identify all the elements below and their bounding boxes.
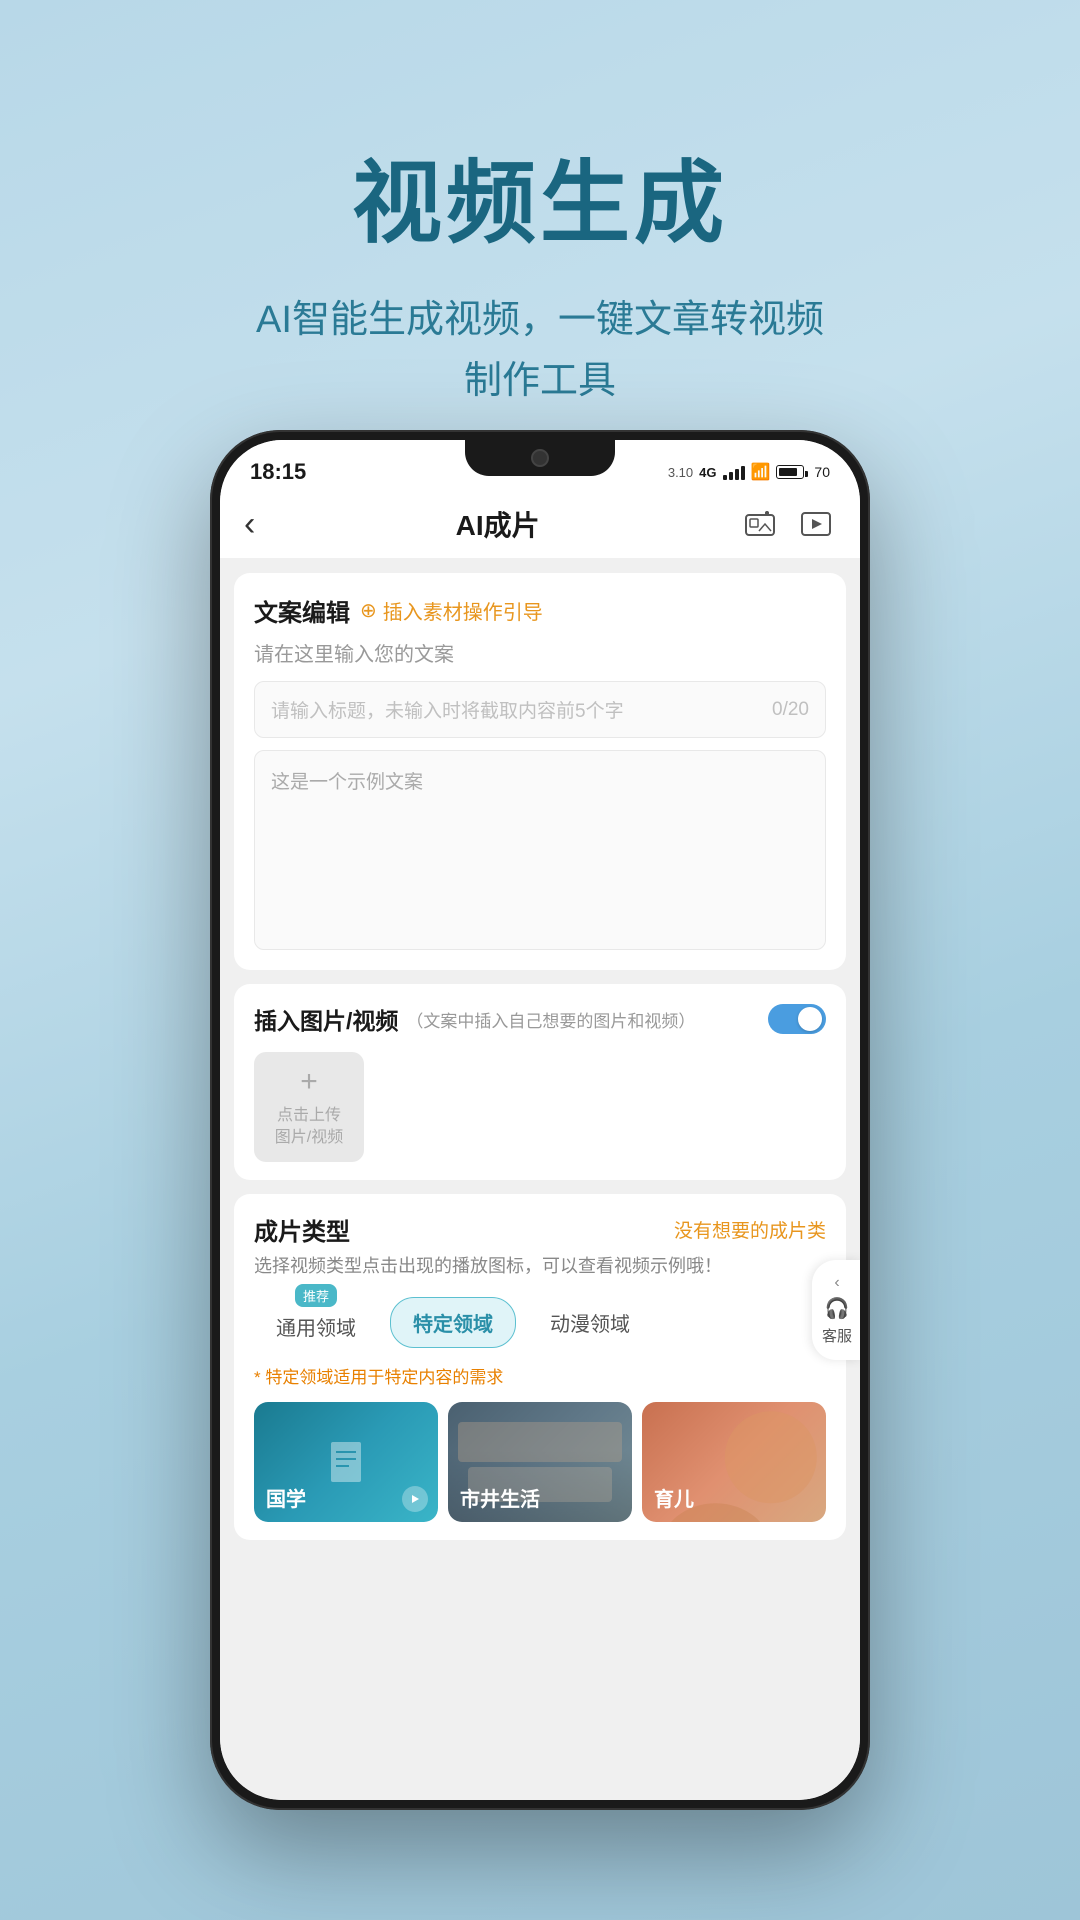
app-title: AI成片 [456,504,540,544]
category-grid: 国学 [254,1402,826,1522]
phone-inner: 18:15 3.10 4G 📶 70 [220,440,860,1800]
upload-plus-icon: + [300,1065,318,1099]
category-shijing[interactable]: 市井生活 [448,1402,632,1522]
title-input[interactable]: 请输入标题，未输入时将截取内容前5个字 0/20 [254,681,826,738]
preview-button[interactable] [796,504,836,544]
category-guoxue[interactable]: 国学 [254,1402,438,1522]
type-tabs: 推荐 通用领域 特定领域 动漫领域 [254,1294,826,1351]
media-toggle[interactable] [768,1004,826,1034]
upload-label: 点击上传图片/视频 [275,1105,343,1150]
section-header: 文案编辑 ⊕ 插入素材操作引导 [254,593,826,628]
content-input[interactable]: 这是一个示例文案 [254,750,826,950]
copywriting-section: 文案编辑 ⊕ 插入素材操作引导 请在这里输入您的文案 请输入标题，未输入时将截取… [234,573,846,970]
title-input-placeholder: 请输入标题，未输入时将截取内容前5个字 [271,696,624,723]
camera [531,449,549,467]
category-yuer[interactable]: 育儿 [642,1402,826,1522]
wifi-icon: 📶 [751,462,771,482]
network-speed: 3.10 [668,465,693,480]
type-desc: 选择视频类型点击出现的播放图标，可以查看视频示例哦！ [254,1253,826,1280]
tab-anime[interactable]: 动漫领域 [528,1298,652,1347]
notch [465,440,615,476]
type-link[interactable]: 没有想要的成片类 [674,1216,826,1243]
status-time: 18:15 [250,459,306,485]
tab-general-label: 通用领域 [276,1318,356,1340]
signal-icon [723,464,745,480]
media-section: 插入图片/视频 （文案中插入自己想要的图片和视频） + 点击上传图片/视频 [234,984,846,1180]
status-icons: 3.10 4G 📶 70 [668,462,830,482]
copywriting-desc: 请在这里输入您的文案 [254,638,826,667]
upload-button[interactable]: + 点击上传图片/视频 [254,1052,364,1162]
type-title: 成片类型 [254,1212,350,1247]
battery-icon [776,465,808,479]
scrollable-content[interactable]: 文案编辑 ⊕ 插入素材操作引导 请在这里输入您的文案 请输入标题，未输入时将截取… [220,559,860,1800]
type-section: 成片类型 没有想要的成片类 选择视频类型点击出现的播放图标，可以查看视频示例哦！… [234,1194,846,1540]
subtitle-line2: 制作工具 [0,351,1080,412]
tab-general[interactable]: 推荐 通用领域 [254,1294,378,1351]
insert-guide-text: 插入素材操作引导 [383,596,543,625]
page-title: 视频生成 [0,0,1080,260]
back-button[interactable]: ‹ [244,505,255,544]
type-note: 特定领域适用于特定内容的需求 [254,1363,826,1388]
type-header: 成片类型 没有想要的成片类 [254,1212,826,1247]
page-subtitle: AI智能生成视频，一键文章转视频 制作工具 [0,290,1080,412]
media-subtitle: （文案中插入自己想要的图片和视频） [406,1007,695,1032]
subtitle-line1: AI智能生成视频，一键文章转视频 [0,290,1080,351]
chevron-left-icon: ‹ [834,1274,839,1292]
category-yuer-label: 育儿 [654,1483,694,1512]
insert-guide[interactable]: ⊕ 插入素材操作引导 [360,596,543,625]
app-bar: ‹ AI成片 [220,490,860,559]
phone-container: 18:15 3.10 4G 📶 70 [210,430,870,1810]
phone-frame: 18:15 3.10 4G 📶 70 [210,430,870,1810]
content-placeholder: 这是一个示例文案 [271,772,423,793]
phone-screen: 18:15 3.10 4G 📶 70 [220,440,860,1800]
page-background: 视频生成 AI智能生成视频，一键文章转视频 制作工具 18:15 [0,0,1080,1920]
gallery-button[interactable] [740,504,780,544]
float-service[interactable]: ‹ 🎧 客服 [812,1260,860,1360]
tab-specific-label: 特定领域 [413,1314,493,1336]
media-header: 插入图片/视频 （文案中插入自己想要的图片和视频） [254,1002,826,1036]
battery-level: 70 [814,464,830,480]
insert-guide-icon: ⊕ [360,598,377,623]
copywriting-title: 文案编辑 [254,593,350,628]
service-icon: 🎧 [825,1296,850,1321]
tab-specific[interactable]: 特定领域 [390,1297,516,1348]
tab-anime-label: 动漫领域 [550,1314,630,1336]
service-label: 客服 [822,1325,852,1346]
category-shijing-label: 市井生活 [460,1483,540,1512]
media-title: 插入图片/视频 [254,1002,398,1036]
app-bar-icons [740,504,836,544]
category-guoxue-play [402,1486,428,1512]
network-type: 4G [699,465,716,480]
title-input-count: 0/20 [772,699,809,721]
category-guoxue-label: 国学 [266,1483,306,1512]
media-title-group: 插入图片/视频 （文案中插入自己想要的图片和视频） [254,1002,695,1036]
recommended-badge: 推荐 [295,1284,337,1307]
